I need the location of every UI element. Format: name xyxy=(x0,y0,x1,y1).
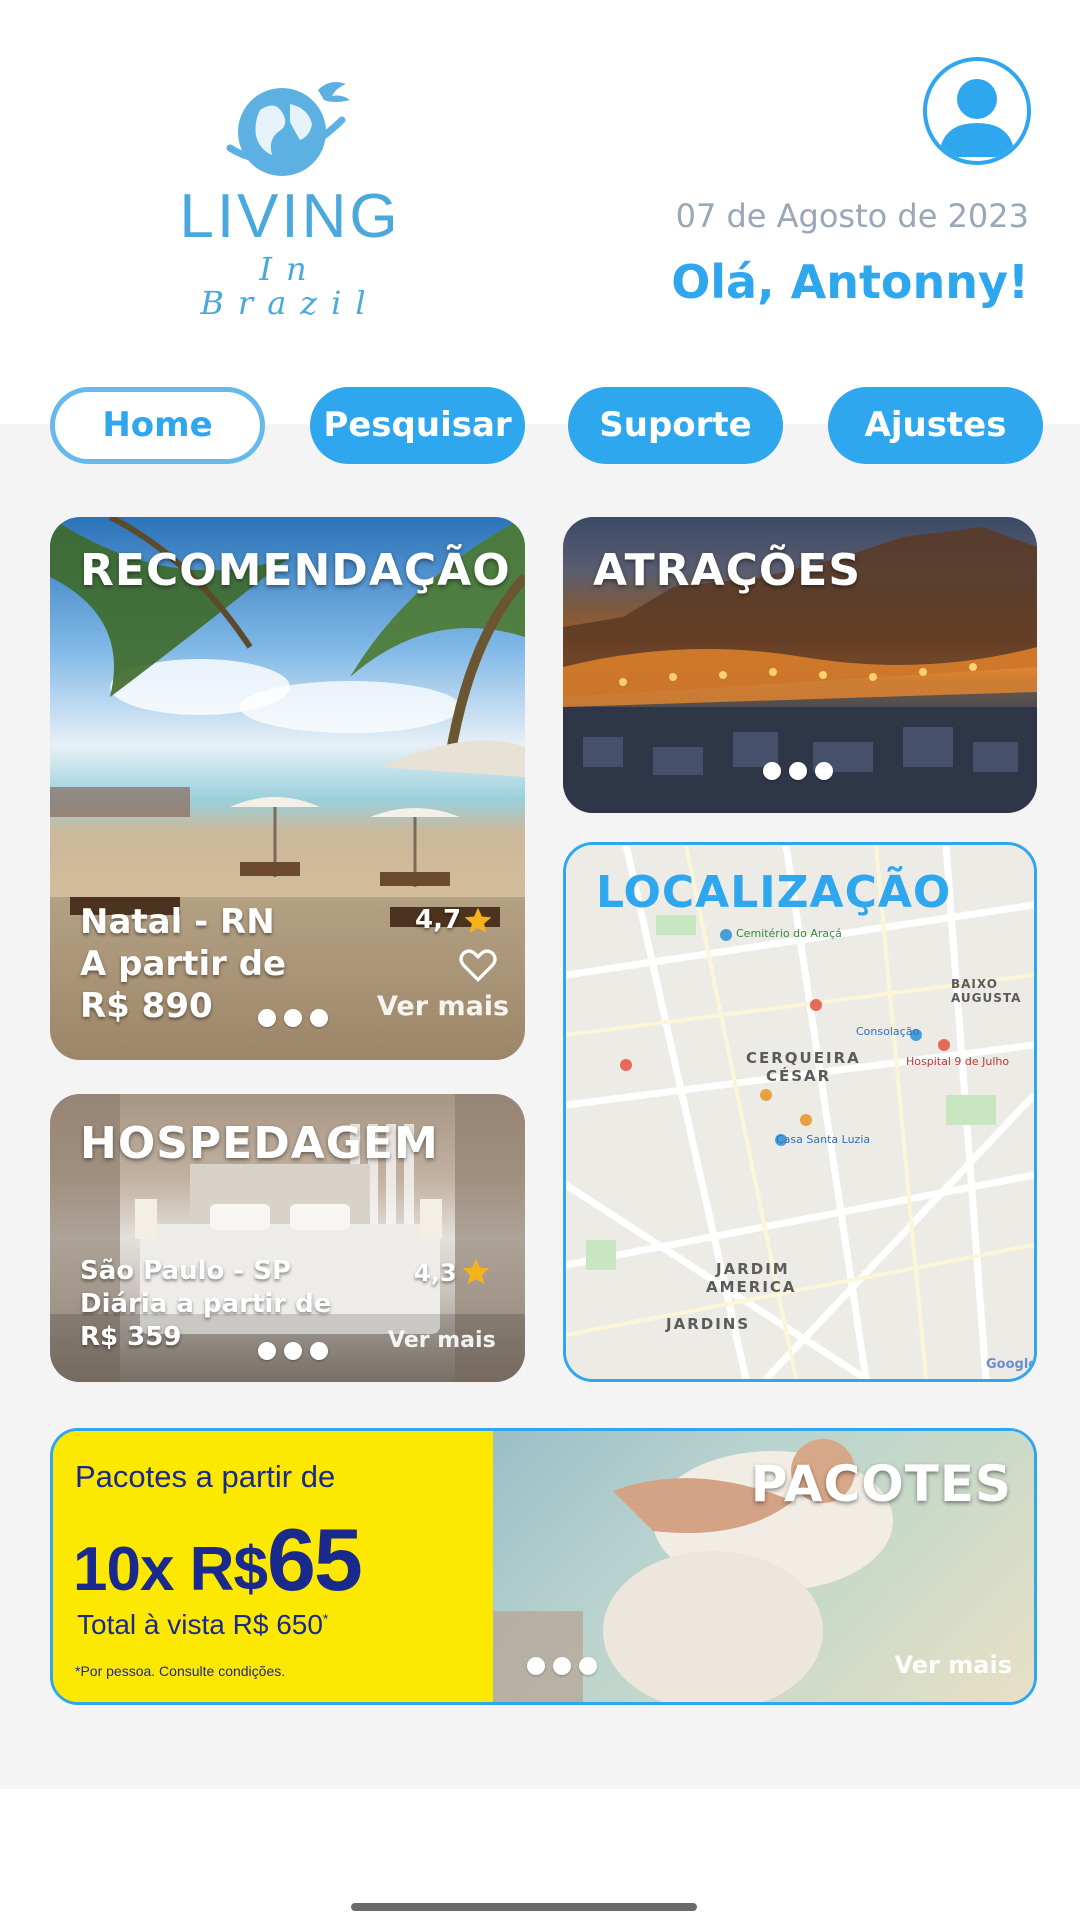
lodging-price: R$ 359 xyxy=(80,1322,182,1352)
recommendation-rating: 4,7 xyxy=(415,905,462,935)
packages-promo-panel: Pacotes a partir de 10x R$65 Total à vis… xyxy=(53,1431,493,1702)
lodging-title: HOSPEDAGEM xyxy=(80,1118,439,1169)
carousel-dots[interactable] xyxy=(258,1342,328,1360)
favorite-heart-icon[interactable] xyxy=(458,947,498,983)
promo-total-mark: * xyxy=(322,1610,329,1627)
promo-line1: Pacotes a partir de xyxy=(75,1459,336,1494)
map-label-cemiterio: Cemitério do Araçá xyxy=(736,927,842,940)
attractions-title: ATRAÇÕES xyxy=(593,545,862,596)
map-label-consolacao: Consolação xyxy=(856,1025,920,1038)
lodging-location: São Paulo - SP xyxy=(80,1256,292,1286)
map-label-jardim: JARDIM xyxy=(716,1260,790,1278)
map-google-attribution: Google xyxy=(986,1357,1037,1372)
map-label-cerqueira: CERQUEIRA xyxy=(746,1049,861,1067)
map-label-baixo-augusta: BAIXO AUGUSTA xyxy=(951,977,1022,1005)
lodging-card[interactable]: HOSPEDAGEM São Paulo - SP Diária a parti… xyxy=(50,1094,525,1382)
promo-price: 10x R$65 xyxy=(73,1509,363,1611)
promo-total-text: Total à vista R$ 650 xyxy=(77,1609,323,1640)
nav-search-button[interactable]: Pesquisar xyxy=(310,387,525,464)
map-label-america: AMERICA xyxy=(706,1278,797,1296)
recommendation-card[interactable]: RECOMENDAÇÃO Natal - RN A partir de R$ 8… xyxy=(50,517,525,1060)
app-logo: LIVING In Brazil xyxy=(160,70,420,320)
recommendation-price-prefix: A partir de xyxy=(80,944,287,984)
current-date: 07 de Agosto de 2023 xyxy=(675,197,1029,235)
lodging-rating: 4,3 xyxy=(414,1259,457,1287)
lodging-price-prefix: Diária a partir de xyxy=(80,1289,332,1319)
carousel-dots[interactable] xyxy=(258,1009,328,1027)
carousel-dots[interactable] xyxy=(763,762,833,780)
promo-value: 65 xyxy=(266,1510,363,1609)
recommendation-location: Natal - RN xyxy=(80,902,275,942)
greeting: Olá, Antonny! xyxy=(671,255,1029,309)
star-icon xyxy=(464,907,492,933)
recommendation-ver-mais-link[interactable]: Ver mais xyxy=(377,991,509,1022)
nav-support-button[interactable]: Suporte xyxy=(568,387,783,464)
map-label-hospital: Hospital 9 de Julho xyxy=(906,1055,1010,1068)
carousel-dots[interactable] xyxy=(527,1657,597,1675)
star-icon xyxy=(462,1258,490,1284)
profile-avatar-button[interactable] xyxy=(923,57,1031,165)
map-label-jardins: JARDINS xyxy=(666,1315,751,1333)
city-map xyxy=(566,845,1034,1379)
map-label-cesar: CÉSAR xyxy=(766,1067,832,1085)
location-title: LOCALIZAÇÃO xyxy=(596,867,952,918)
promo-installments: 10x R$ xyxy=(73,1535,268,1604)
recommendation-title: RECOMENDAÇÃO xyxy=(80,545,511,596)
globe-bird-icon xyxy=(226,82,350,176)
logo-title: LIVING xyxy=(179,182,401,251)
promo-total: Total à vista R$ 650* xyxy=(77,1609,328,1641)
map-label-casa-santa-luzia: Casa Santa Luzia xyxy=(776,1133,871,1146)
user-icon xyxy=(939,79,1015,157)
location-map-card[interactable]: LOCALIZAÇÃO CERQUEIRA CÉSAR JARDIM AMERI… xyxy=(563,842,1037,1382)
packages-title: PACOTES xyxy=(750,1455,1012,1513)
nav-settings-button[interactable]: Ajustes xyxy=(828,387,1043,464)
recommendation-price: R$ 890 xyxy=(80,986,213,1026)
nav-home-button[interactable]: Home xyxy=(50,387,265,464)
packages-ver-mais-link[interactable]: Ver mais xyxy=(895,1651,1012,1679)
lodging-ver-mais-link[interactable]: Ver mais xyxy=(388,1328,496,1353)
packages-banner[interactable]: Pacotes a partir de 10x R$65 Total à vis… xyxy=(50,1428,1037,1705)
home-indicator[interactable] xyxy=(351,1903,697,1911)
attractions-card[interactable]: ATRAÇÕES xyxy=(563,517,1037,813)
promo-note: *Por pessoa. Consulte condições. xyxy=(75,1663,286,1679)
logo-subtitle: In Brazil xyxy=(200,250,380,322)
